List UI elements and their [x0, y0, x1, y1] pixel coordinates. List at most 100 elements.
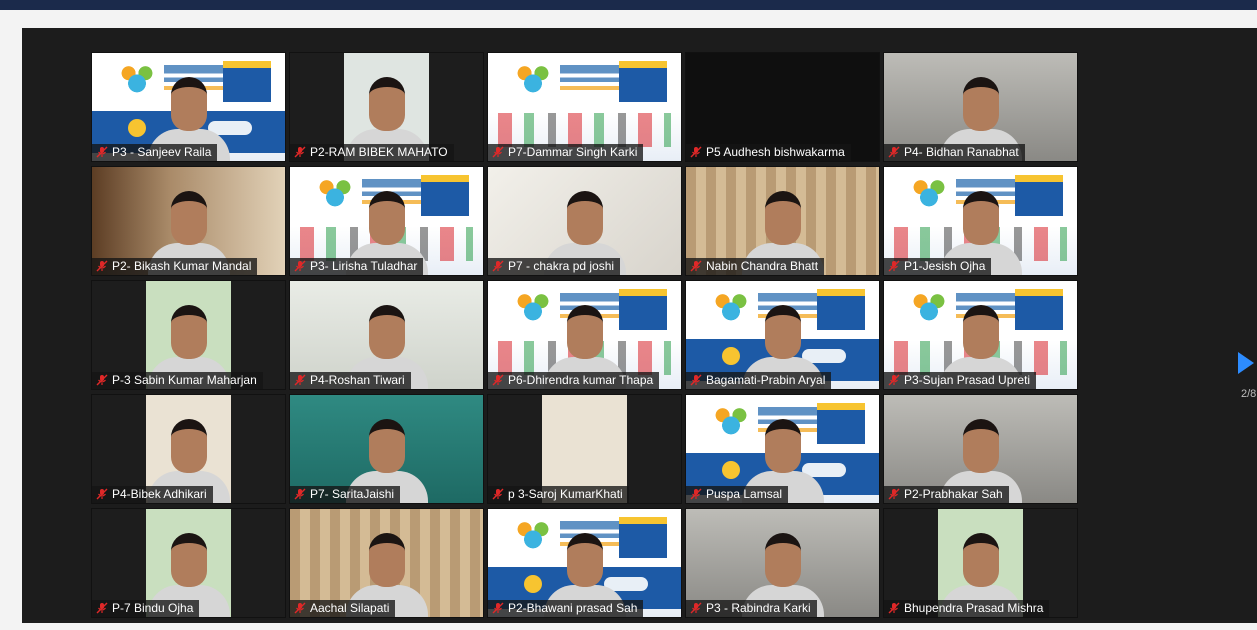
participant-tile[interactable]: Bhupendra Prasad Mishra — [883, 508, 1078, 618]
participant-tile[interactable]: P7 - chakra pd joshi — [487, 166, 682, 276]
participant-name-label: Nabin Chandra Bhatt — [686, 258, 825, 275]
participant-name-label: P2-RAM BIBEK MAHATO — [290, 144, 454, 161]
mic-muted-icon — [690, 374, 702, 386]
participant-tile[interactable]: Bagamati-Prabin Aryal — [685, 280, 880, 390]
participant-name: P2-RAM BIBEK MAHATO — [310, 145, 448, 159]
participant-name: P6-Dhirendra kumar Thapa — [508, 373, 654, 387]
participant-tile[interactable]: Nabin Chandra Bhatt — [685, 166, 880, 276]
participant-name: P7 - chakra pd joshi — [508, 259, 615, 273]
participant-name: P-7 Bindu Ojha — [112, 601, 194, 615]
participant-tile[interactable]: P3-Sujan Prasad Upreti — [883, 280, 1078, 390]
participant-name: P7- SaritaJaishi — [310, 487, 395, 501]
mic-muted-icon — [888, 146, 900, 158]
participant-tile[interactable]: P3- Lirisha Tuladhar — [289, 166, 484, 276]
participant-name-label: P3 - Sanjeev Raila — [92, 144, 218, 161]
mic-muted-icon — [492, 146, 504, 158]
participant-name: P3- Lirisha Tuladhar — [310, 259, 418, 273]
mic-muted-icon — [888, 374, 900, 386]
participant-tile[interactable]: P2-Bhawani prasad Sah — [487, 508, 682, 618]
mic-muted-icon — [888, 260, 900, 272]
participant-name-label: P2- Bikash Kumar Mandal — [92, 258, 258, 275]
participant-name: P5 Audhesh bishwakarma — [706, 145, 845, 159]
participant-name-label: Bhupendra Prasad Mishra — [884, 600, 1050, 617]
participant-tile[interactable]: P-3 Sabin Kumar Maharjan — [91, 280, 286, 390]
participant-tile[interactable]: P4-Bibek Adhikari — [91, 394, 286, 504]
participant-tile[interactable]: P-7 Bindu Ojha — [91, 508, 286, 618]
participant-grid: P3 - Sanjeev Raila P2-RAM BIBEK MAHATO P7-… — [91, 52, 1078, 618]
participant-tile[interactable]: p 3-Saroj KumarKhati — [487, 394, 682, 504]
participant-name: Bhupendra Prasad Mishra — [904, 601, 1044, 615]
mic-muted-icon — [294, 488, 306, 500]
participant-tile[interactable]: P2- Bikash Kumar Mandal — [91, 166, 286, 276]
participant-name: P4- Bidhan Ranabhat — [904, 145, 1019, 159]
mic-muted-icon — [690, 146, 702, 158]
participant-name-label: P7-Dammar Singh Karki — [488, 144, 644, 161]
participant-tile[interactable]: P3 - Sanjeev Raila — [91, 52, 286, 162]
participant-tile[interactable]: P5 Audhesh bishwakarma — [685, 52, 880, 162]
participant-name: Bagamati-Prabin Aryal — [706, 373, 826, 387]
participant-tile[interactable]: Puspa Lamsal — [685, 394, 880, 504]
participant-tile[interactable]: P1-Jesish Ojha — [883, 166, 1078, 276]
participant-name-label: P4- Bidhan Ranabhat — [884, 144, 1025, 161]
participant-name-label: P5 Audhesh bishwakarma — [686, 144, 851, 161]
participant-name: P3 - Sanjeev Raila — [112, 145, 212, 159]
gallery-view: P3 - Sanjeev Raila P2-RAM BIBEK MAHATO P7-… — [22, 28, 1257, 623]
participant-tile[interactable]: Aachal Silapati — [289, 508, 484, 618]
participant-name: P4-Roshan Tiwari — [310, 373, 405, 387]
mic-muted-icon — [690, 602, 702, 614]
mic-muted-icon — [294, 602, 306, 614]
participant-name: P1-Jesish Ojha — [904, 259, 986, 273]
next-page-button[interactable] — [1234, 348, 1256, 378]
participant-name-label: P2-Prabhakar Sah — [884, 486, 1009, 503]
participant-name-label: P4-Roshan Tiwari — [290, 372, 411, 389]
participant-tile[interactable]: P4- Bidhan Ranabhat — [883, 52, 1078, 162]
mic-muted-icon — [96, 488, 108, 500]
participant-tile[interactable]: P7- SaritaJaishi — [289, 394, 484, 504]
participant-name-label: P-3 Sabin Kumar Maharjan — [92, 372, 263, 389]
participant-name: Puspa Lamsal — [706, 487, 783, 501]
participant-tile[interactable]: P2-Prabhakar Sah — [883, 394, 1078, 504]
participant-name-label: P3 - Rabindra Karki — [686, 600, 817, 617]
participant-name: Nabin Chandra Bhatt — [706, 259, 819, 273]
participant-name-label: P3- Lirisha Tuladhar — [290, 258, 424, 275]
mic-muted-icon — [294, 146, 306, 158]
mic-muted-icon — [690, 260, 702, 272]
mic-muted-icon — [888, 602, 900, 614]
mic-muted-icon — [888, 488, 900, 500]
participant-name-label: P7 - chakra pd joshi — [488, 258, 621, 275]
participant-name: Aachal Silapati — [310, 601, 390, 615]
participant-name: P2- Bikash Kumar Mandal — [112, 259, 252, 273]
mic-muted-icon — [294, 260, 306, 272]
mic-muted-icon — [492, 260, 504, 272]
participant-tile[interactable]: P7-Dammar Singh Karki — [487, 52, 682, 162]
participant-name-label: P1-Jesish Ojha — [884, 258, 992, 275]
participant-name: P7-Dammar Singh Karki — [508, 145, 638, 159]
participant-name: P4-Bibek Adhikari — [112, 487, 207, 501]
participant-name: P-3 Sabin Kumar Maharjan — [112, 373, 257, 387]
participant-name-label: P6-Dhirendra kumar Thapa — [488, 372, 660, 389]
participant-name-label: P4-Bibek Adhikari — [92, 486, 213, 503]
participant-tile[interactable]: P4-Roshan Tiwari — [289, 280, 484, 390]
participant-tile[interactable]: P3 - Rabindra Karki — [685, 508, 880, 618]
mic-muted-icon — [492, 488, 504, 500]
page-indicator: 2/8 — [1241, 388, 1257, 400]
participant-tile[interactable]: P2-RAM BIBEK MAHATO — [289, 52, 484, 162]
mic-muted-icon — [294, 374, 306, 386]
window-top-bar — [0, 0, 1257, 10]
participant-name-label: P7- SaritaJaishi — [290, 486, 401, 503]
participant-name: P3-Sujan Prasad Upreti — [904, 373, 1031, 387]
participant-name-label: p 3-Saroj KumarKhati — [488, 486, 629, 503]
participant-name-label: P-7 Bindu Ojha — [92, 600, 200, 617]
mic-muted-icon — [492, 602, 504, 614]
participant-name-label: Bagamati-Prabin Aryal — [686, 372, 832, 389]
participant-name: P2-Prabhakar Sah — [904, 487, 1003, 501]
participant-name: P2-Bhawani prasad Sah — [508, 601, 638, 615]
participant-name-label: P2-Bhawani prasad Sah — [488, 600, 644, 617]
mic-muted-icon — [96, 146, 108, 158]
participant-name-label: P3-Sujan Prasad Upreti — [884, 372, 1037, 389]
mic-muted-icon — [96, 602, 108, 614]
participant-tile[interactable]: P6-Dhirendra kumar Thapa — [487, 280, 682, 390]
mic-muted-icon — [96, 374, 108, 386]
participant-name: p 3-Saroj KumarKhati — [508, 487, 623, 501]
participant-name-label: Aachal Silapati — [290, 600, 396, 617]
